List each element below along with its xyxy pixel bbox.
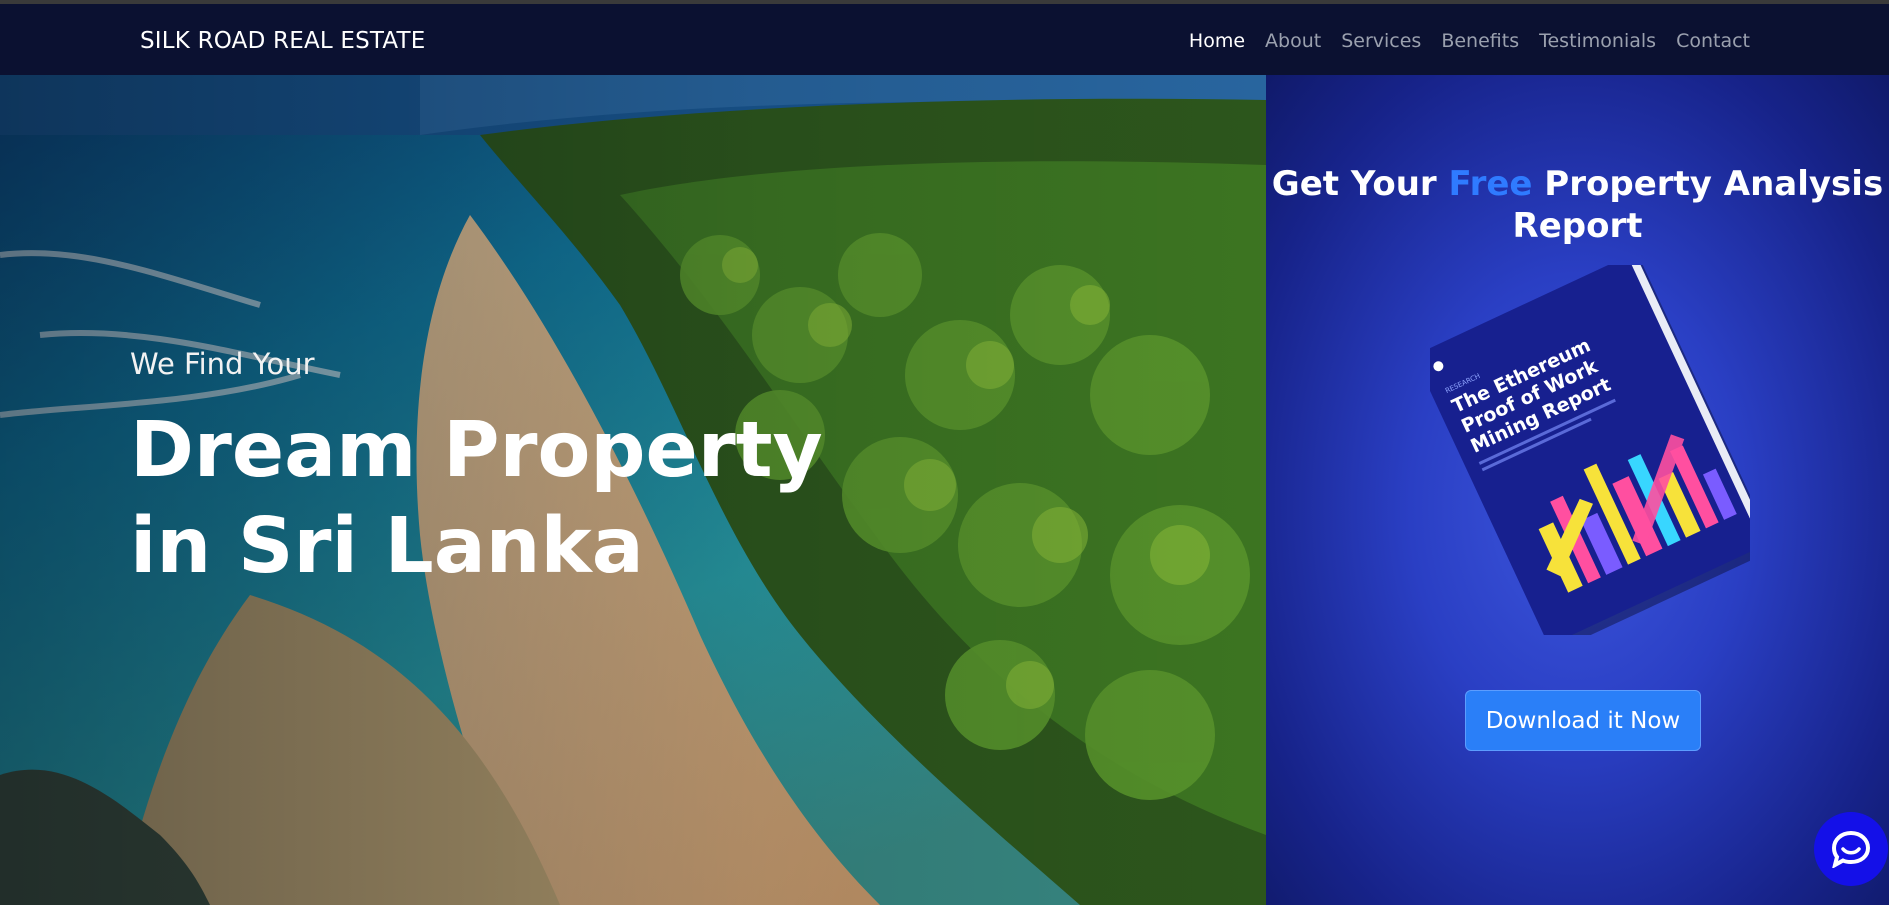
brand-logo[interactable]: SILK ROAD REAL ESTATE: [140, 28, 426, 54]
hero-subtitle: We Find Your: [130, 347, 315, 381]
nav-link-about[interactable]: About: [1265, 30, 1321, 52]
hero-section: We Find Your Dream Property in Sri Lanka: [0, 75, 1266, 905]
nav-link-testimonials[interactable]: Testimonials: [1539, 30, 1656, 52]
chat-bubble-icon: [1831, 830, 1871, 868]
offer-title-part2: Property Analysis Report: [1512, 164, 1884, 246]
navbar: SILK ROAD REAL ESTATE Home About Service…: [0, 4, 1889, 75]
nav-link-services[interactable]: Services: [1341, 30, 1421, 52]
download-now-button[interactable]: Download it Now: [1465, 690, 1701, 751]
hero-text: We Find Your Dream Property in Sri Lanka: [130, 347, 890, 595]
main-nav: Home About Services Benefits Testimonial…: [1169, 30, 1750, 52]
offer-title-highlight: Free: [1448, 164, 1533, 204]
report-book-cover: RESEARCH The Ethereum Proof of Work Mini…: [1430, 265, 1750, 635]
chat-widget-button[interactable]: [1814, 812, 1888, 886]
offer-title-part1: Get Your: [1271, 164, 1449, 204]
nav-link-home[interactable]: Home: [1189, 30, 1245, 52]
hero-headline: Dream Property in Sri Lanka: [130, 406, 823, 591]
offer-title: Get Your Free Property Analysis Report: [1266, 163, 1889, 247]
nav-link-benefits[interactable]: Benefits: [1441, 30, 1519, 52]
report-offer-panel: Get Your Free Property Analysis Report R…: [1266, 75, 1889, 905]
nav-link-contact[interactable]: Contact: [1676, 30, 1750, 52]
